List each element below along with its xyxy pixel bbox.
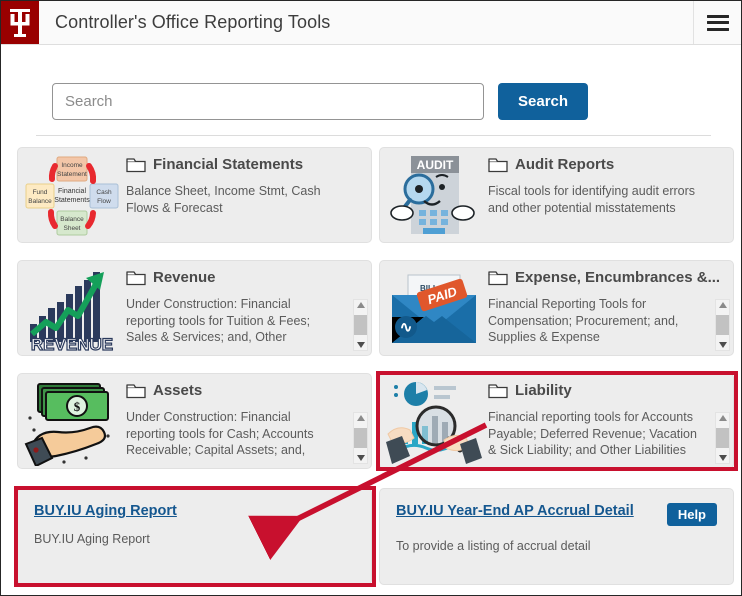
category-description: Financial Reporting Tools for Compensati…	[488, 297, 679, 344]
description-scrollbar[interactable]	[353, 412, 368, 464]
folder-icon	[488, 271, 508, 286]
svg-text:∿: ∿	[400, 320, 413, 336]
paid-bill-envelope-thumbnail: BILL: $ ∿ PAID	[380, 261, 484, 355]
svg-text:Flow: Flow	[97, 198, 111, 205]
svg-text:REVENUE: REVENUE	[31, 335, 113, 352]
report-card-buyiu-year-end-ap-accrual-detail[interactable]: BUY.IU Year-End AP Accrual Detail Help T…	[379, 488, 734, 585]
category-card-financial-statements[interactable]: Income Statement Fund Balance Cash Flow …	[17, 147, 372, 243]
category-card-expense-encumbrances[interactable]: BILL: $ ∿ PAID Exp	[379, 260, 734, 356]
iu-trident-logo[interactable]	[1, 1, 39, 44]
category-title: Assets	[126, 382, 365, 400]
folder-icon	[126, 384, 146, 399]
description-scrollbar[interactable]	[715, 412, 730, 464]
svg-text:Statements: Statements	[54, 197, 90, 204]
svg-text:Balance: Balance	[28, 198, 52, 205]
folder-icon	[488, 384, 508, 399]
scroll-down-icon[interactable]	[718, 455, 727, 461]
svg-text:Financial: Financial	[58, 188, 86, 195]
svg-text:Statement: Statement	[57, 171, 87, 178]
svg-text:Fund: Fund	[33, 189, 48, 196]
header-divider	[36, 135, 711, 136]
cash-in-hand-thumbnail: $	[18, 374, 122, 468]
svg-text:Cash: Cash	[96, 189, 112, 196]
search-input[interactable]	[52, 83, 484, 120]
svg-text:Balance: Balance	[60, 216, 84, 223]
scroll-up-icon[interactable]	[718, 415, 727, 421]
search-bar: Search	[52, 83, 589, 120]
folder-icon	[126, 271, 146, 286]
category-description: Balance Sheet, Income Stmt, Cash Flows &…	[126, 184, 321, 215]
category-card-assets[interactable]: $ Assets Under Construction: Financial r…	[17, 373, 372, 469]
category-description: Under Construction: Financial reporting …	[126, 410, 314, 457]
financial-statements-cycle-thumbnail: Income Statement Fund Balance Cash Flow …	[18, 148, 122, 242]
scroll-up-icon[interactable]	[356, 302, 365, 308]
category-title-text: Audit Reports	[515, 156, 615, 173]
scroll-up-icon[interactable]	[718, 302, 727, 308]
hamburger-bars	[706, 11, 729, 34]
scrollbar-thumb[interactable]	[354, 315, 367, 335]
category-title: Revenue	[126, 269, 365, 287]
page-title: Controller's Office Reporting Tools	[55, 12, 331, 32]
description-scrollbar[interactable]	[353, 299, 368, 351]
category-title-text: Expense, Encumbrances &...	[515, 269, 721, 286]
category-title-text: Financial Statements	[153, 156, 304, 173]
report-link-buyiu-aging-report[interactable]: BUY.IU Aging Report	[34, 503, 177, 519]
scrollbar-thumb[interactable]	[716, 315, 729, 335]
scroll-up-icon[interactable]	[356, 415, 365, 421]
category-description: Fiscal tools for identifying audit error…	[488, 184, 696, 215]
category-title-text: Revenue	[153, 269, 216, 286]
hamburger-menu-icon[interactable]	[693, 1, 741, 44]
app-header: Controller's Office Reporting Tools	[1, 1, 741, 45]
svg-text:Income: Income	[61, 162, 83, 169]
data-analysis-magnifier-thumbnail	[380, 374, 484, 468]
svg-text:AUDIT: AUDIT	[417, 158, 454, 172]
scrollbar-thumb[interactable]	[354, 428, 367, 448]
svg-text:$: $	[74, 399, 81, 414]
report-card-buyiu-aging-report[interactable]: BUY.IU Aging Report BUY.IU Aging Report	[17, 488, 372, 585]
browser-viewport: Controller's Office Reporting Tools Sear…	[0, 0, 742, 596]
category-title-text: Assets	[153, 382, 203, 399]
scroll-down-icon[interactable]	[356, 455, 365, 461]
help-button[interactable]: Help	[666, 503, 717, 526]
audit-magnifier-thumbnail: AUDIT	[380, 148, 484, 242]
category-description: Financial reporting tools for Accounts P…	[488, 410, 697, 457]
category-card-revenue[interactable]: REVENUE Revenue Under Construction: Fina…	[17, 260, 372, 356]
category-description: Under Construction: Financial reporting …	[126, 297, 311, 344]
category-title: Liability	[488, 382, 727, 400]
scroll-down-icon[interactable]	[356, 342, 365, 348]
description-scrollbar[interactable]	[715, 299, 730, 351]
category-title: Audit Reports	[488, 156, 727, 174]
report-link-buyiu-year-end-ap-accrual-detail[interactable]: BUY.IU Year-End AP Accrual Detail	[396, 503, 634, 519]
category-card-liability[interactable]: Liability Financial reporting tools for …	[379, 373, 734, 469]
scroll-down-icon[interactable]	[718, 342, 727, 348]
category-card-audit-reports[interactable]: AUDIT Audit Reports Fiscal tools for ide…	[379, 147, 734, 243]
folder-icon	[126, 158, 146, 173]
search-button[interactable]: Search	[498, 83, 589, 120]
scrollbar-thumb[interactable]	[716, 428, 729, 448]
report-description: BUY.IU Aging Report	[34, 532, 150, 546]
category-title: Expense, Encumbrances &...	[488, 269, 727, 287]
category-title-text: Liability	[515, 382, 572, 399]
svg-text:Sheet: Sheet	[64, 225, 81, 232]
category-title: Financial Statements	[126, 156, 365, 174]
folder-icon	[488, 158, 508, 173]
report-description: To provide a listing of accrual detail	[396, 539, 591, 553]
revenue-growth-chart-thumbnail: REVENUE	[18, 261, 122, 355]
